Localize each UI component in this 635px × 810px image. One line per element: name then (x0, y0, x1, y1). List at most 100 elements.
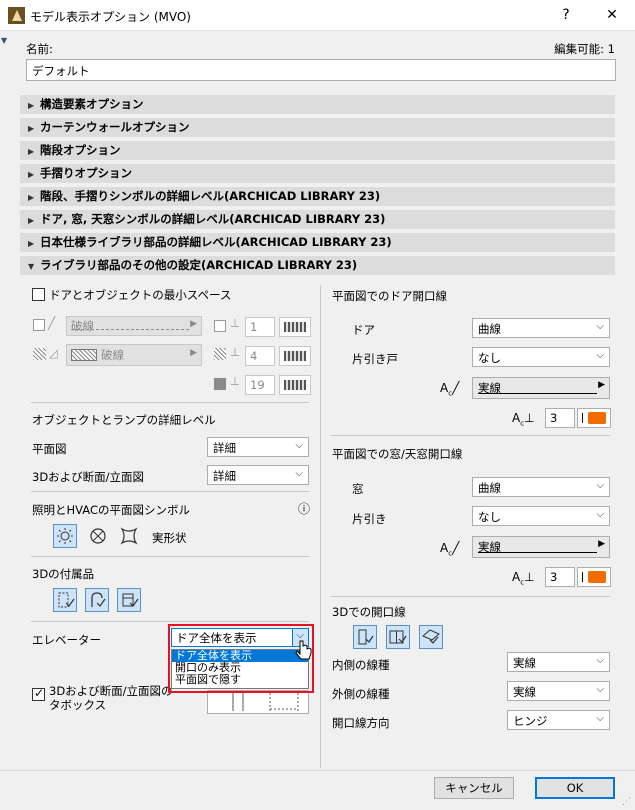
chevron-down-icon: ⌵ (295, 440, 303, 451)
window-opening-select[interactable]: 曲線 ⌵ (472, 477, 610, 497)
fill-preview-icon (71, 349, 97, 361)
outer-line-type-label: 外側の線種 (332, 687, 390, 701)
real-shape-symbol-icon[interactable] (117, 524, 141, 548)
section-stair-options[interactable]: ▶ 階段オプション (20, 141, 615, 160)
info-icon[interactable]: ⓘ (298, 500, 310, 517)
divider (31, 556, 309, 557)
expand-arrow-icon: ▶ (28, 216, 35, 225)
accessory-option-3-icon[interactable] (117, 588, 141, 612)
chevron-down-icon: ⌵ (596, 684, 604, 695)
pen-color-swatch-2 (279, 346, 311, 366)
window-pen-field[interactable]: 3 (545, 567, 575, 587)
plan-label: 平面図 (32, 442, 67, 456)
submenu-arrow-icon: ▶ (598, 380, 605, 390)
pen-icon: ⊥ (230, 345, 241, 359)
help-button[interactable]: ? (550, 4, 582, 26)
expand-arrow-icon: ▶ (28, 101, 35, 110)
pen-number-field-1: 1 (245, 317, 275, 337)
min-space-label: ドアとオブジェクトの最小スペース (49, 288, 232, 302)
highlight-frame (168, 624, 314, 693)
line-type-icon: Ac╱ (440, 381, 460, 398)
door-pen-color-swatch[interactable] (577, 408, 611, 428)
lighting-hvac-title: 照明とHVACの平面図シンボル (32, 503, 190, 517)
close-button[interactable]: ✕ (596, 4, 628, 26)
dashed-line-preview (71, 329, 189, 330)
chevron-down-icon: ⌵ (596, 480, 604, 491)
resize-grip-icon[interactable]: ⋰ (622, 797, 631, 807)
submenu-arrow-icon: ▶ (190, 319, 197, 329)
door-line-type-button[interactable]: 実線 ▶ (472, 377, 610, 399)
pen-color-swatch-1 (279, 317, 311, 337)
expand-arrow-icon: ▶ (28, 124, 35, 133)
door-section-checkbox[interactable] (32, 686, 45, 701)
cross-circle-symbol-icon[interactable] (86, 524, 110, 548)
opening-direction-label: 開口線方向 (332, 716, 390, 730)
door-section-label-2: タボックス (49, 698, 107, 712)
pen-number-field-2: 4 (245, 346, 275, 366)
expand-arrow-icon: ▶ (28, 239, 35, 248)
real-shape-label: 実形状 (152, 531, 187, 545)
mouse-cursor-icon (295, 640, 313, 667)
section-door-window-symbol-detail[interactable]: ▶ ドア, 窓, 天窓シンボルの詳細レベル(ARCHICAD LIBRARY 23… (20, 210, 615, 229)
window-label: 窓 (352, 482, 364, 496)
opening-3d-title: 3Dでの開口線 (332, 605, 406, 619)
section-curtain-wall-options[interactable]: ▶ カーテンウォールオプション (20, 118, 615, 137)
lighting-symbol-icon[interactable] (53, 524, 77, 548)
inner-line-type-label: 内側の線種 (332, 658, 390, 672)
opening-3d-option-3-icon[interactable] (419, 625, 443, 649)
accessory-option-1-icon[interactable] (53, 588, 77, 612)
door-section-preview[interactable] (207, 690, 309, 714)
sliding-window-label: 片引き (352, 512, 387, 526)
pen-number-field-3: 19 (245, 375, 275, 395)
pen-icon: ⊥ (230, 374, 241, 388)
slash-icon: ╱ (48, 316, 56, 330)
accessories-3d-title: 3Dの付属品 (32, 567, 95, 581)
outer-line-type-select[interactable]: 実線 ⌵ (507, 681, 610, 701)
name-label: 名前: (26, 42, 53, 56)
door-pen-field[interactable]: 3 (545, 408, 575, 428)
min-space-checkbox[interactable] (32, 288, 45, 301)
sliding-door-label: 片引き戸 (352, 352, 398, 366)
section-detail-select[interactable]: 詳細 ⌵ (207, 465, 309, 485)
collapse-arrow-icon: ▼ (28, 262, 35, 271)
ok-button[interactable]: OK (535, 777, 615, 799)
section-japan-library-detail[interactable]: ▶ 日本仕様ライブラリ部品の詳細レベル(ARCHICAD LIBRARY 23) (20, 233, 615, 252)
window-pen-color-swatch[interactable] (577, 567, 611, 587)
inner-line-type-select[interactable]: 実線 ⌵ (507, 652, 610, 672)
column-divider (320, 285, 321, 768)
opening-direction-select[interactable]: ヒンジ ⌵ (507, 710, 610, 730)
expand-arrow-icon: ▶ (28, 170, 35, 179)
name-input[interactable]: デフォルト (26, 59, 616, 81)
section-library-other-settings[interactable]: ▼ ライブラリ部品のその他の設定(ARCHICAD LIBRARY 23) (20, 256, 615, 275)
line-type-icon (33, 319, 45, 331)
footer-divider (0, 770, 635, 771)
door-opening-select[interactable]: 曲線 ⌵ (472, 318, 610, 338)
line-pen-icon: Ac⊥ (512, 411, 535, 428)
section-stair-symbol-detail[interactable]: ▶ 階段、手摺りシンボルの詳細レベル(ARCHICAD LIBRARY 23) (20, 187, 615, 206)
chevron-down-icon: ⌵ (295, 468, 303, 479)
divider (331, 596, 610, 597)
opening-3d-option-1-icon[interactable] (353, 625, 377, 649)
expand-arrow-icon: ▶ (28, 147, 35, 156)
fill-pen-icon (214, 348, 226, 360)
line-type-icon: Ac╱ (440, 541, 460, 558)
window-title: モデル表示オプション (MVO) (30, 10, 191, 24)
section-railing-options[interactable]: ▶ 手摺りオプション (20, 164, 615, 183)
door-opening-title: 平面図でのドア開口線 (332, 289, 447, 303)
divider (331, 435, 610, 436)
collapse-marker-icon[interactable]: ▼ (1, 36, 7, 45)
submenu-arrow-icon: ▶ (190, 348, 197, 358)
plan-detail-select[interactable]: 詳細 ⌵ (207, 437, 309, 457)
expand-arrow-icon: ▶ (28, 193, 35, 202)
opening-3d-option-2-icon[interactable] (386, 625, 410, 649)
chevron-down-icon: ⌵ (596, 509, 604, 520)
detail-level-title: オブジェクトとランプの詳細レベル (32, 413, 216, 427)
cancel-button[interactable]: キャンセル (434, 777, 514, 799)
accessory-option-2-icon[interactable] (85, 588, 109, 612)
sliding-door-select[interactable]: なし ⌵ (472, 347, 610, 367)
sliding-window-select[interactable]: なし ⌵ (472, 506, 610, 526)
window-line-type-button[interactable]: 実線 ▶ (472, 536, 610, 558)
line-pen-icon: Ac⊥ (512, 570, 535, 587)
chevron-down-icon: ⌵ (596, 655, 604, 666)
section-structure-options[interactable]: ▶ 構造要素オプション (20, 95, 615, 114)
